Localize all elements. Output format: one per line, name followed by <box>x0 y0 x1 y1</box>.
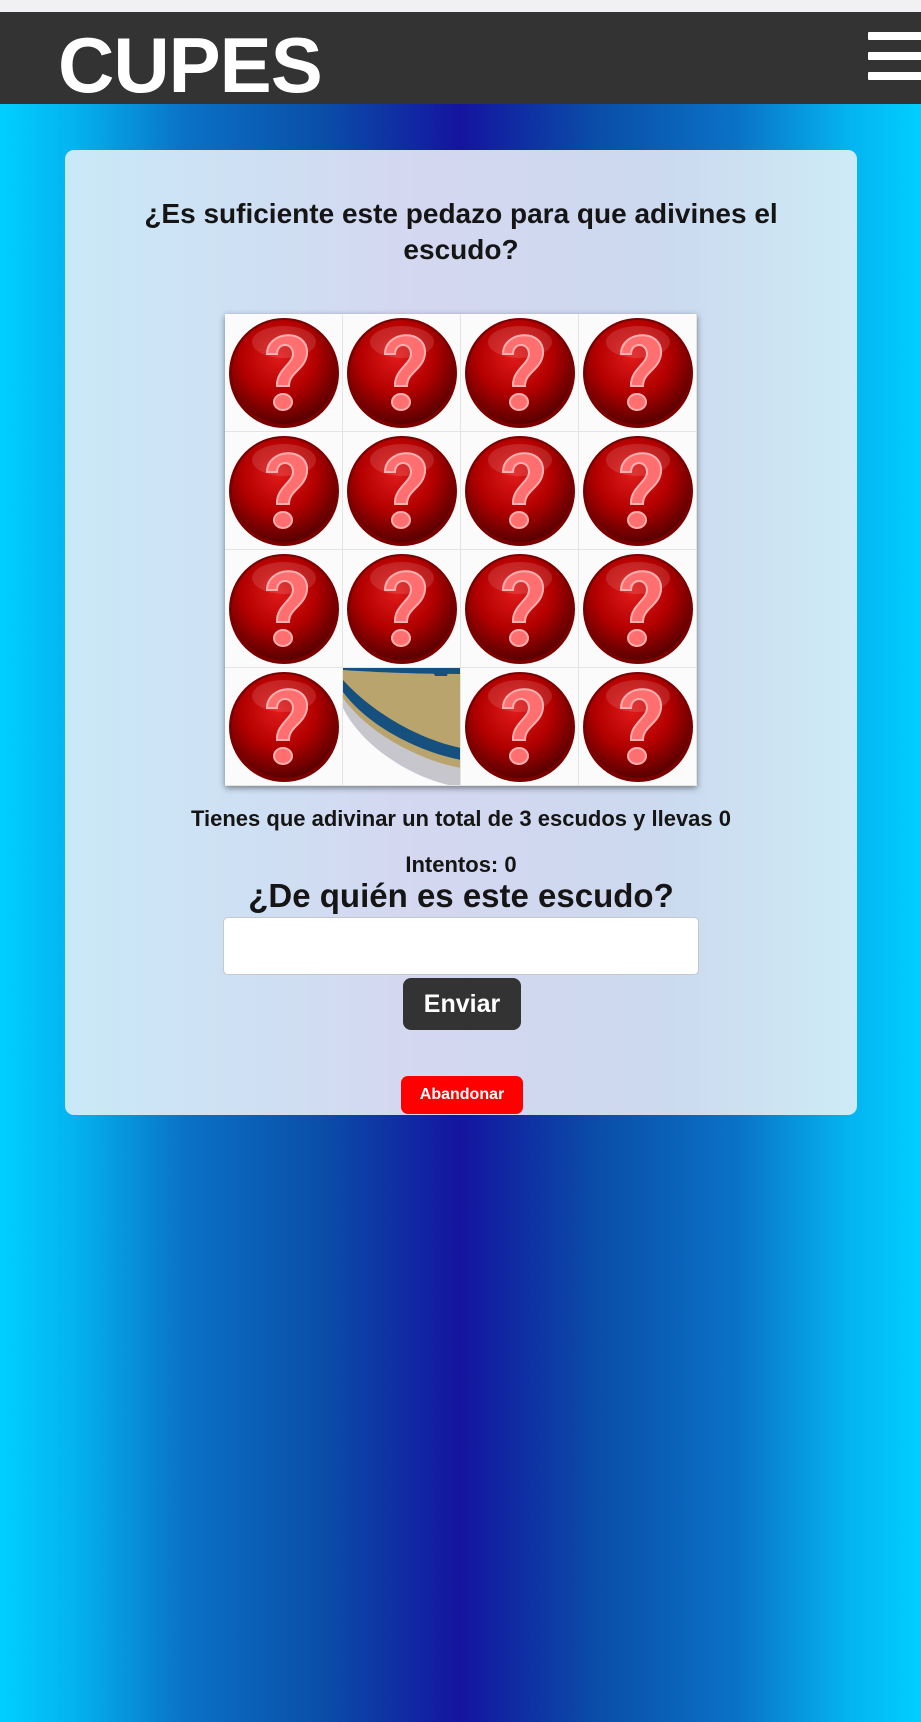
answer-input[interactable] <box>223 917 699 975</box>
navbar: CUPES <box>0 12 921 104</box>
crest-puzzle-grid <box>225 314 697 786</box>
question-mark-icon <box>225 550 342 667</box>
hidden-tile <box>343 432 461 550</box>
hidden-tile <box>579 550 697 668</box>
hidden-tile <box>343 314 461 432</box>
hidden-tile <box>343 550 461 668</box>
hidden-tile <box>461 550 579 668</box>
hidden-tile <box>225 550 343 668</box>
hidden-tile <box>579 432 697 550</box>
total-crests-text: Tienes que adivinar un total de 3 escudo… <box>190 806 732 831</box>
question-mark-icon <box>461 432 578 549</box>
hidden-tile <box>579 668 697 786</box>
question-mark-icon <box>461 668 578 785</box>
game-card: ¿Es suficiente este pedazo para que adiv… <box>65 150 857 1115</box>
hidden-tile <box>461 668 579 786</box>
hidden-tile <box>461 314 579 432</box>
hamburger-menu-icon[interactable] <box>868 22 921 80</box>
quit-button[interactable]: Abandonar <box>401 1076 523 1114</box>
question-mark-icon <box>579 432 696 549</box>
question-mark-icon <box>461 314 578 431</box>
send-button[interactable]: Enviar <box>403 978 521 1030</box>
question-mark-icon <box>343 550 460 667</box>
question-mark-icon <box>225 668 342 785</box>
revealed-crest-tile <box>343 668 461 786</box>
hidden-tile <box>225 432 343 550</box>
question-mark-icon <box>579 314 696 431</box>
question-mark-icon <box>579 550 696 667</box>
question-mark-icon <box>461 550 578 667</box>
question-mark-icon <box>225 432 342 549</box>
question-mark-icon <box>343 432 460 549</box>
hidden-tile <box>579 314 697 432</box>
question-mark-icon <box>225 314 342 431</box>
game-question: ¿Es suficiente este pedazo para que adiv… <box>144 198 778 265</box>
brand-logo[interactable]: CUPES <box>58 26 323 104</box>
hidden-tile <box>225 314 343 432</box>
hidden-tile <box>461 432 579 550</box>
question-mark-icon <box>343 314 460 431</box>
answer-prompt: ¿De quién es este escudo? <box>248 877 674 914</box>
crest-fragment-image <box>343 668 460 785</box>
status-bar-strip <box>0 0 921 12</box>
question-mark-icon <box>579 668 696 785</box>
hidden-tile <box>225 668 343 786</box>
